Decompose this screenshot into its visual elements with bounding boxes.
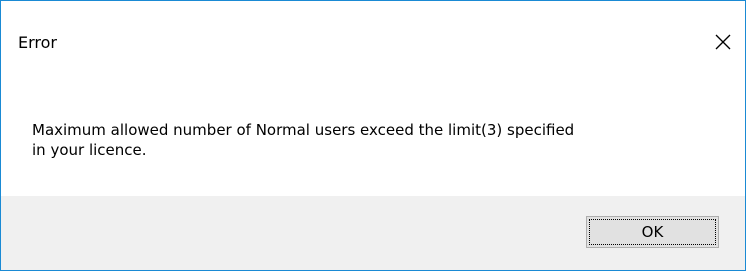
error-dialog: Error Maximum allowed number of Normal u… bbox=[0, 0, 746, 271]
title-bar: Error bbox=[1, 1, 745, 57]
close-button[interactable] bbox=[701, 23, 745, 61]
ok-button-label: OK bbox=[589, 219, 716, 245]
close-icon bbox=[715, 34, 731, 50]
dialog-title: Error bbox=[18, 33, 57, 52]
message-line-1: Maximum allowed number of Normal users e… bbox=[32, 121, 575, 139]
button-bar: OK bbox=[1, 196, 745, 270]
error-message: Maximum allowed number of Normal users e… bbox=[32, 120, 712, 160]
message-line-2: in your licence. bbox=[32, 141, 147, 159]
ok-button[interactable]: OK bbox=[586, 216, 719, 248]
